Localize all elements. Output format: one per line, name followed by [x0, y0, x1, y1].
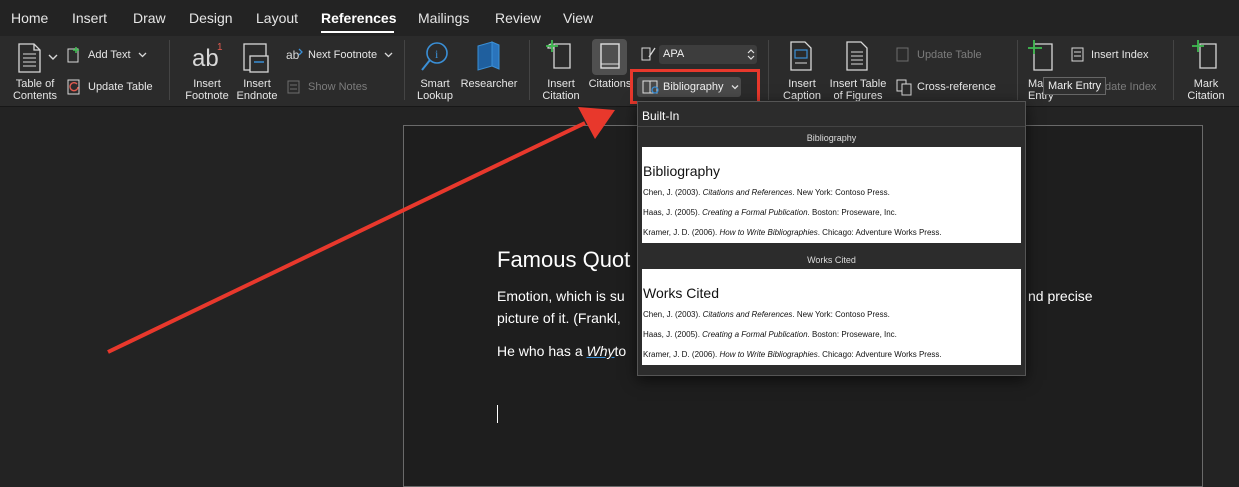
tab-layout[interactable]: Layout	[256, 10, 298, 26]
tab-references[interactable]: References	[321, 10, 397, 26]
toc-icon	[18, 43, 41, 73]
table-of-figures-icon	[846, 41, 868, 71]
tooltip: Mark Entry	[1043, 77, 1107, 95]
tab-design[interactable]: Design	[189, 10, 233, 26]
mark-entry-icon	[1028, 40, 1053, 71]
svg-text:1: 1	[217, 42, 223, 53]
citations-label: Citations	[588, 78, 632, 90]
preview-title: Bibliography	[643, 163, 721, 179]
document-paragraph-1-end: nd precise	[1028, 288, 1093, 304]
style-icon	[641, 47, 656, 61]
svg-text:i: i	[435, 47, 439, 61]
toc-label: Table of Contents	[12, 78, 58, 102]
bibliography-preview[interactable]: Bibliography Chen, J. (2003). Citations …	[642, 147, 1021, 243]
preview-title: Works Cited	[643, 285, 719, 301]
cross-reference-icon	[896, 79, 912, 96]
mark-citation-label: Mark Citation	[1187, 78, 1225, 102]
next-footnote-label: Next Footnote	[308, 49, 378, 61]
tab-insert[interactable]: Insert	[72, 10, 107, 26]
svg-text:ab: ab	[286, 48, 300, 62]
chevron-down-icon	[384, 52, 393, 58]
insert-index-icon	[1071, 47, 1084, 62]
style-dropdown[interactable]: APA	[659, 45, 757, 64]
group-separator	[1173, 40, 1174, 100]
insert-citation-icon	[546, 40, 571, 69]
divider	[638, 126, 1025, 127]
update-table-of-figures-label: Update Table	[917, 49, 982, 61]
annotation-arrow	[107, 107, 615, 354]
group-separator	[169, 40, 170, 100]
show-notes-label: Show Notes	[308, 81, 368, 93]
cross-reference-label: Cross-reference	[917, 81, 996, 93]
preview-entry: Chen, J. (2003). Citations and Reference…	[643, 310, 890, 319]
chevron-down-icon	[138, 52, 147, 58]
smart-lookup-label: Smart Lookup	[416, 78, 454, 102]
insert-citation-label: Insert Citation	[542, 78, 580, 102]
text-cursor	[497, 405, 498, 423]
group-separator	[768, 40, 769, 100]
insert-index-label: Insert Index	[1091, 49, 1149, 61]
tab-draw[interactable]: Draw	[133, 10, 166, 26]
tab-mailings[interactable]: Mailings	[418, 10, 469, 26]
add-text-label: Add Text	[88, 49, 131, 61]
group-separator	[1017, 40, 1018, 100]
active-tab-indicator	[321, 31, 394, 33]
bibliography-dropdown: Built-In Bibliography Bibliography Chen,…	[637, 101, 1026, 376]
group-separator	[404, 40, 405, 100]
show-notes-icon	[287, 80, 300, 94]
preview-entry: Chen, J. (2003). Citations and Reference…	[643, 188, 890, 197]
group-separator	[529, 40, 530, 100]
tab-home[interactable]: Home	[11, 10, 48, 26]
next-footnote-icon: ab	[286, 48, 303, 62]
highlight-box	[630, 69, 760, 104]
insert-table-of-figures-label: Insert Table of Figures	[829, 78, 887, 102]
style-value: APA	[663, 48, 685, 60]
stepper-icon	[747, 49, 755, 60]
researcher-label: Researcher	[460, 78, 518, 90]
chevron-down-icon	[48, 54, 58, 60]
preview-entry: Kramer, J. D. (2006). How to Write Bibli…	[643, 228, 942, 237]
preview-entry: Haas, J. (2005). Creating a Formal Publi…	[643, 330, 897, 339]
insert-caption-label: Insert Caption	[783, 78, 821, 102]
tab-view[interactable]: View	[563, 10, 593, 26]
insert-footnote-label: Insert Footnote	[185, 78, 229, 102]
add-text-icon	[67, 47, 79, 63]
update-table-icon	[896, 47, 909, 62]
researcher-icon	[477, 41, 500, 71]
update-table-icon	[67, 79, 80, 95]
section-label-works-cited: Works Cited	[807, 255, 856, 265]
tab-review[interactable]: Review	[495, 10, 541, 26]
dropdown-header: Built-In	[642, 109, 680, 123]
section-label-bibliography: Bibliography	[806, 133, 857, 143]
works-cited-preview[interactable]: Works Cited Chen, J. (2003). Citations a…	[642, 269, 1021, 365]
preview-entry: Kramer, J. D. (2006). How to Write Bibli…	[643, 350, 942, 359]
svg-text:ab: ab	[192, 45, 219, 72]
insert-endnote-label: Insert Endnote	[236, 78, 278, 102]
smart-lookup-icon: i	[421, 42, 448, 71]
endnote-icon	[243, 43, 269, 73]
insert-caption-icon	[790, 41, 812, 71]
update-table-label: Update Table	[88, 81, 153, 93]
citations-icon	[600, 43, 620, 69]
mark-citation-icon	[1192, 40, 1217, 69]
preview-entry: Haas, J. (2005). Creating a Formal Publi…	[643, 208, 897, 217]
footnote-icon: ab 1	[192, 42, 223, 72]
